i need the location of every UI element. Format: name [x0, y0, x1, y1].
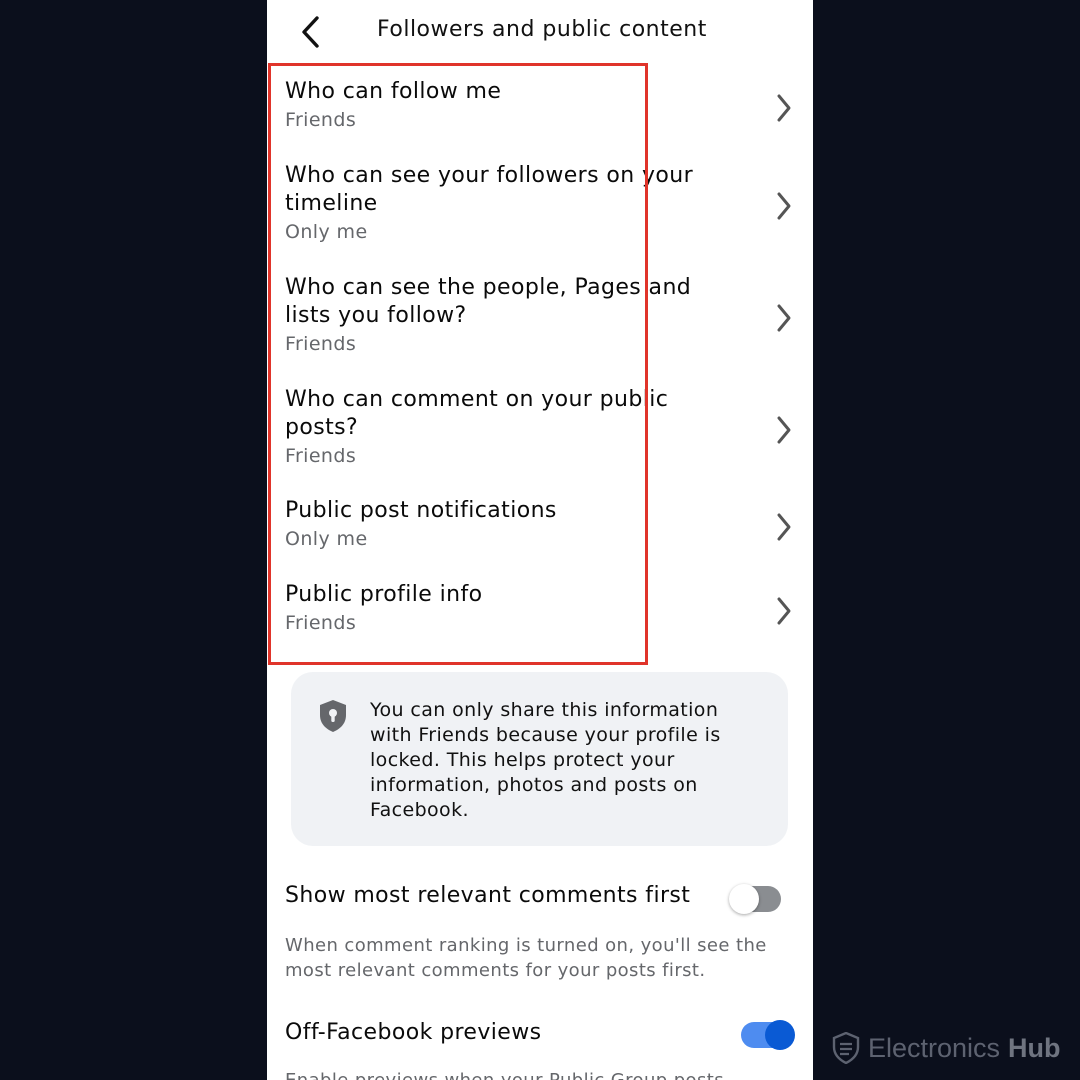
setting-description: Enable previews when your Public Group p… — [285, 1068, 800, 1080]
page-title: Followers and public content — [377, 17, 707, 42]
row-value: Friends — [285, 333, 357, 355]
setting-title: Off-Facebook previews — [285, 1020, 542, 1045]
back-button[interactable] — [293, 14, 329, 50]
row-value: Only me — [285, 528, 368, 550]
setting-row-comments[interactable]: Who can comment on your public posts? Fr… — [285, 386, 795, 467]
toggle-knob — [729, 884, 759, 914]
phone-screen: Followers and public content Who can fol… — [267, 0, 813, 1080]
info-card: You can only share this information with… — [291, 672, 788, 846]
shield-logo-icon — [832, 1032, 860, 1064]
row-label: Who can see your followers on your timel… — [285, 163, 694, 216]
row-label: Public post notifications — [285, 498, 557, 523]
row-value: Friends — [285, 612, 357, 634]
chevron-right-icon — [777, 94, 791, 122]
row-label: Who can comment on your public posts? — [285, 387, 669, 440]
back-arrow-icon — [302, 16, 319, 48]
setting-row-notifications[interactable]: Public post notifications Only me — [285, 497, 795, 550]
row-value: Only me — [285, 221, 368, 243]
setting-row-follow[interactable]: Who can follow me Friends — [285, 78, 795, 131]
row-label: Who can follow me — [285, 79, 502, 104]
setting-row-profile-info[interactable]: Public profile info Friends — [285, 581, 795, 634]
setting-row-followers[interactable]: Who can see your followers on your timel… — [285, 162, 795, 243]
row-label: Public profile info — [285, 582, 483, 607]
row-value: Friends — [285, 109, 357, 131]
chevron-right-icon — [777, 304, 791, 332]
watermark-text-1: Electronics — [868, 1032, 1001, 1063]
row-value: Friends — [285, 445, 357, 467]
shield-lock-icon — [320, 700, 346, 732]
watermark: Electronics Hub — [832, 1030, 1061, 1066]
info-text: You can only share this information with… — [370, 699, 721, 821]
watermark-text-2: Hub — [1008, 1032, 1061, 1063]
chevron-right-icon — [777, 416, 791, 444]
toggle-knob — [765, 1020, 795, 1050]
setting-row-following[interactable]: Who can see the people, Pages and lists … — [285, 274, 795, 355]
off-facebook-previews-toggle[interactable] — [741, 1020, 795, 1050]
setting-description: When comment ranking is turned on, you'l… — [285, 935, 767, 981]
chevron-right-icon — [777, 192, 791, 220]
header: Followers and public content — [267, 0, 813, 64]
chevron-right-icon — [777, 513, 791, 541]
setting-title: Show most relevant comments first — [285, 883, 691, 908]
row-label: Who can see the people, Pages and lists … — [285, 275, 692, 328]
chevron-right-icon — [777, 597, 791, 625]
relevant-comments-toggle[interactable] — [729, 884, 781, 914]
